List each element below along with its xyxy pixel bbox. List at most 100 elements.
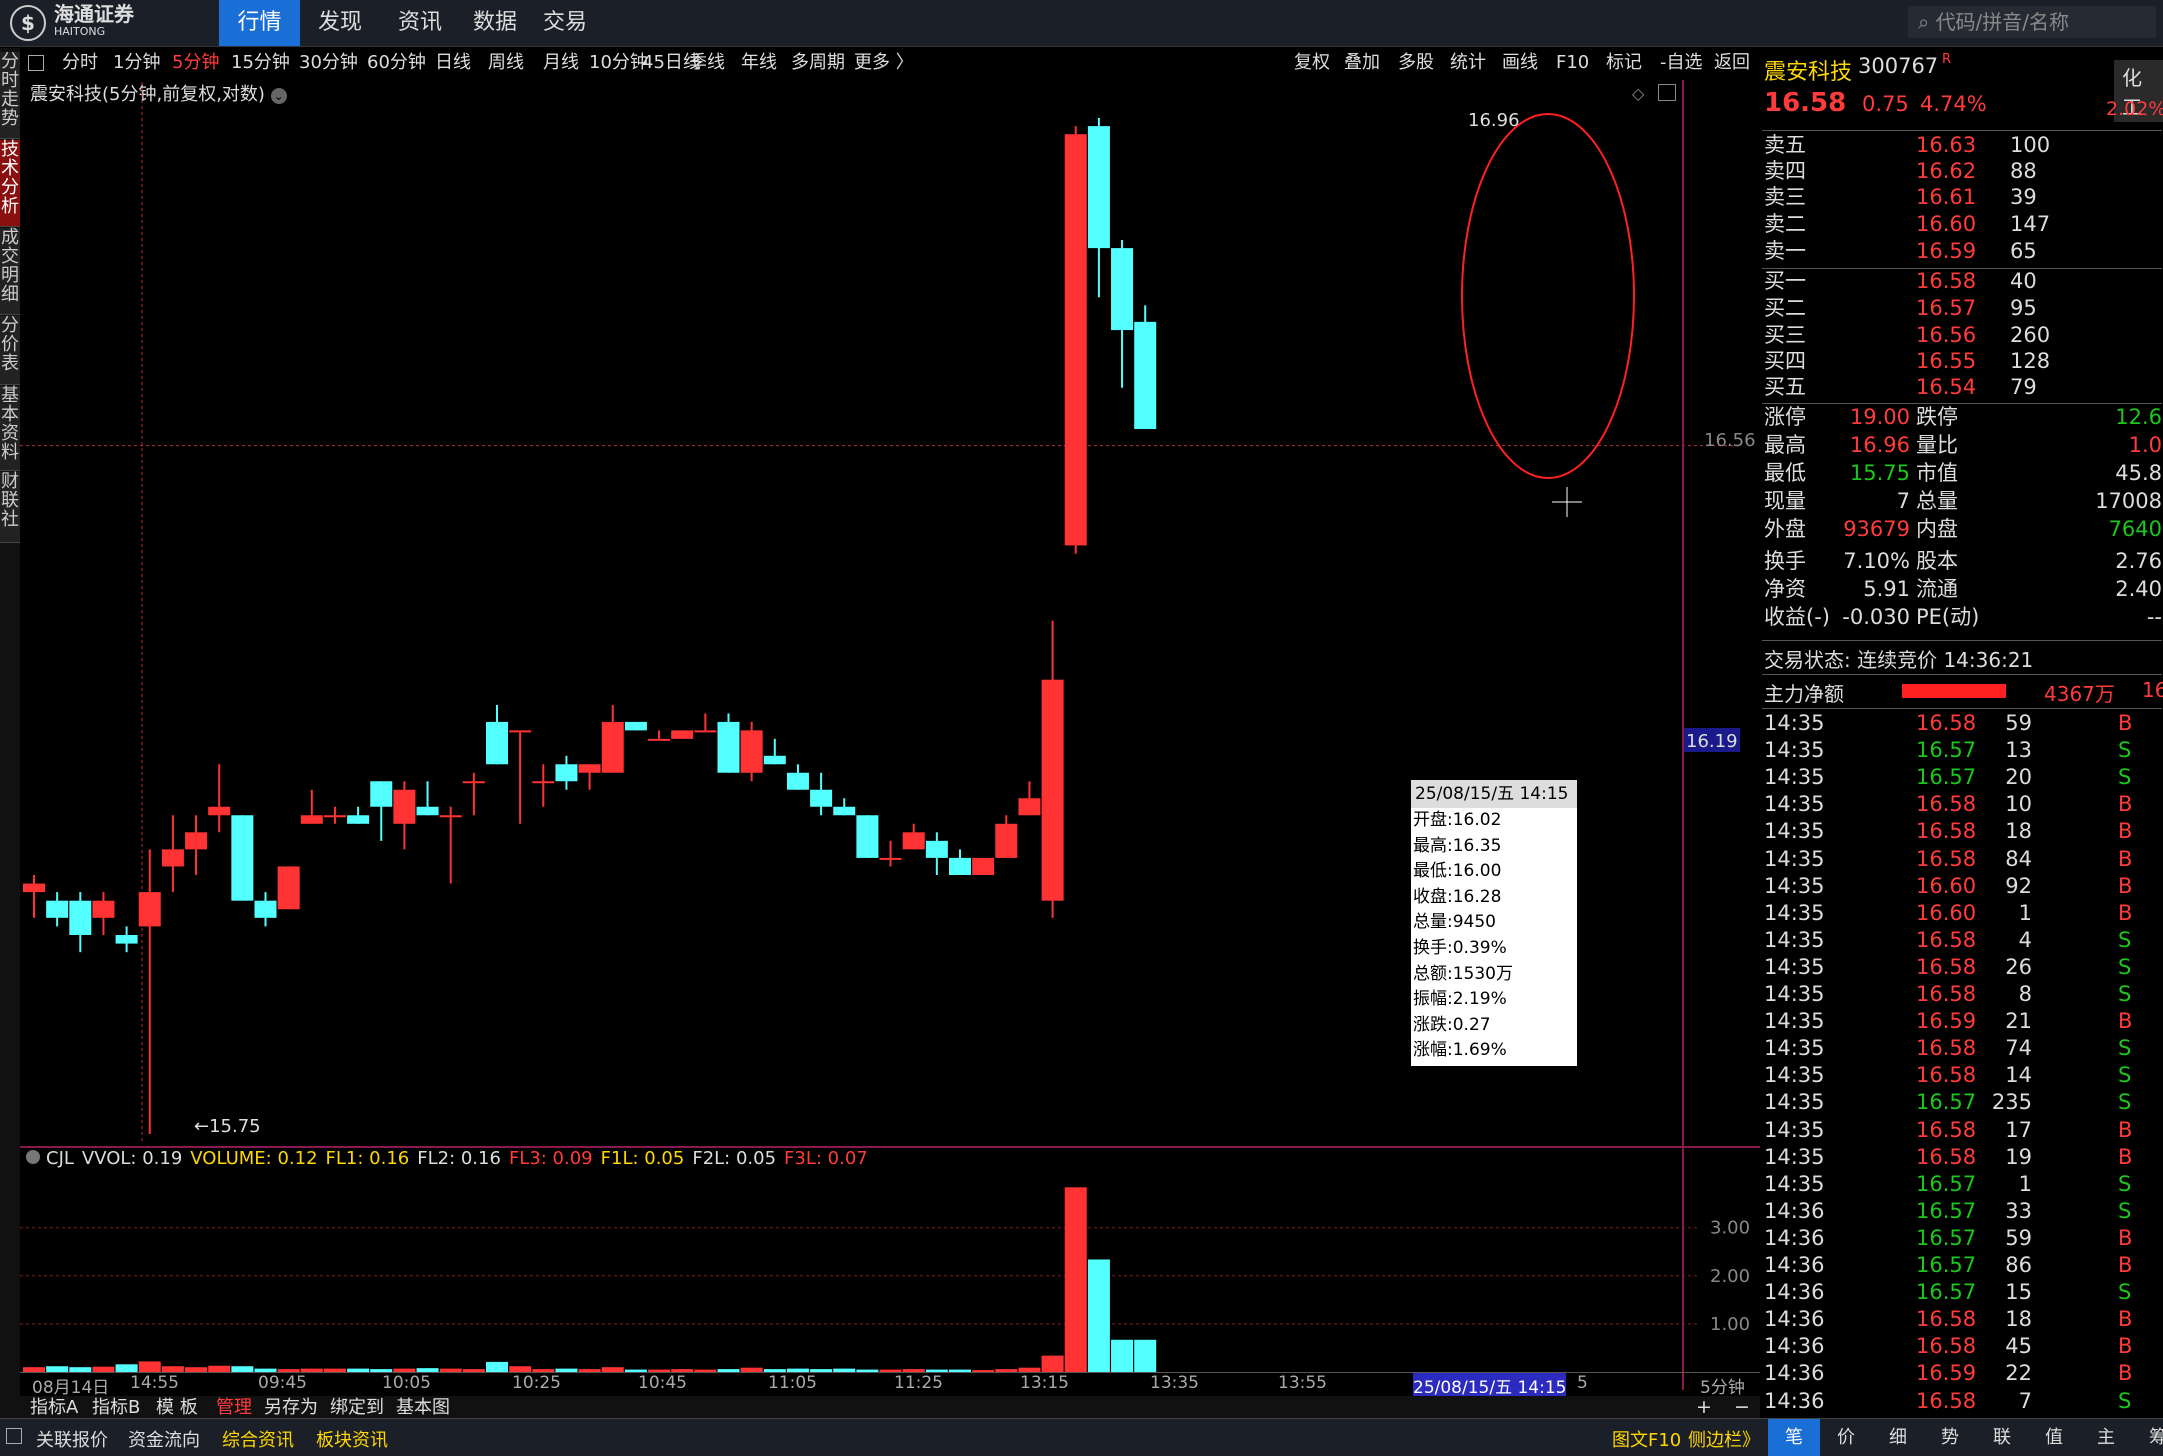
tool-5[interactable]: F10 [1556,48,1589,78]
logo-text: 海通证券 [54,2,134,26]
tool-1[interactable]: 叠加 [1344,48,1380,78]
candle-body [717,721,740,773]
tick-row: 14:36 16.58 7 S [1762,1388,2162,1415]
search-input[interactable]: ⌕ 代码/拼音/名称 [1908,6,2156,38]
tick-row: 14:36 16.57 59 B [1762,1225,2162,1252]
stat-value: 15.75 [1849,461,1910,485]
side-tab-1[interactable]: 技术分析 [0,140,20,227]
stat-row: 现量 7 总量 17008 [1762,488,2162,515]
stat-value: 5.91 [1863,577,1910,601]
candle-body [902,832,925,850]
stat-row: 换手 7.10% 股本 2.76 [1762,548,2162,575]
tool-2[interactable]: 多股 [1398,48,1434,78]
tick-price: 16.58 [1916,846,1977,871]
nav-tab-3[interactable]: 数据 [460,0,530,46]
sidebar-link[interactable]: 侧边栏》 [1688,1426,1760,1452]
bottom-bar: 关联报价 资金流向 综合资讯 板块资讯 图文F10 侧边栏》笔价细势联值主筹 [0,1418,2163,1456]
bottom-link-3[interactable]: 板块资讯 [316,1426,388,1452]
tool-8[interactable]: 返回 [1714,48,1750,78]
tick-time: 14:36 [1764,1388,1825,1413]
stat-row: 收益(-) -0.030 PE(动) -- [1762,604,2162,631]
stock-flag: R [1942,52,1952,67]
period-9[interactable]: 10分钟 [589,48,648,78]
stat-row: 涨停 19.00 跌停 12.6 [1762,404,2162,431]
tooltip-line: 收盘:16.28 [1413,886,1502,907]
period-14[interactable]: 更多 〉 [854,48,914,78]
candle-body [462,781,485,784]
tick-row: 14:35 16.60 92 B [1762,873,2162,900]
tick-price: 16.58 [1916,927,1977,952]
period-0[interactable]: 分时 [62,48,98,78]
period-1[interactable]: 1分钟 [113,48,160,78]
zoom-in-icon[interactable]: + [1696,1396,1712,1418]
tool-3[interactable]: 统计 [1450,48,1486,78]
side-tab-3[interactable]: 分价表 [0,316,20,385]
stat-value: 1.0 [2128,433,2162,457]
rp-tab-1[interactable]: 价 [1820,1419,1872,1456]
rp-tab-0[interactable]: 笔 [1768,1419,1820,1456]
period-3[interactable]: 15分钟 [231,48,290,78]
period-12[interactable]: 年线 [741,48,777,78]
bottom-tab-5[interactable]: 绑定到 [330,1396,384,1420]
rp-tab-2[interactable]: 细 [1872,1419,1924,1456]
tick-side: S [2118,1280,2132,1305]
nav-tab-0[interactable]: 行情 [219,0,300,46]
period-13[interactable]: 多周期 [791,48,845,78]
rp-tab-4[interactable]: 联 [1976,1419,2028,1456]
bottom-link-1[interactable]: 资金流向 [128,1426,200,1452]
tick-price: 16.58 [1916,1334,1977,1359]
nav-tab-1[interactable]: 发现 [300,0,380,46]
candle-body [1018,798,1041,816]
bid-vol: 95 [2010,296,2037,320]
stat-row: 净资 5.91 流通 2.40 [1762,576,2162,603]
tool-0[interactable]: 复权 [1294,48,1330,78]
ask-label: 卖一 [1764,239,1806,263]
side-tab-4[interactable]: 基本资料 [0,386,20,471]
bottom-link-0[interactable]: 关联报价 [36,1426,108,1452]
period-11[interactable]: 季线 [689,48,725,78]
period-4[interactable]: 30分钟 [299,48,358,78]
stat-value: 2.40 [2115,577,2162,601]
f10-link[interactable]: 图文F10 [1612,1426,1681,1452]
period-8[interactable]: 月线 [543,48,579,78]
tool-6[interactable]: 标记 [1606,48,1642,78]
stat-label: 最高 [1764,433,1806,457]
tool-4[interactable]: 画线 [1502,48,1538,78]
bottom-tab-4[interactable]: 另存为 [264,1396,318,1420]
top-bar: $ 海通证券 HAITONG ⌕ 代码/拼音/名称 行情 发现 资讯 数据 交易 [0,0,2163,47]
period-2[interactable]: 5分钟 [172,48,219,78]
period-6[interactable]: 日线 [435,48,471,78]
volume-bar [486,1361,508,1372]
volume-bar [1111,1339,1134,1372]
rp-tab-6[interactable]: 主 [2080,1419,2132,1456]
bottom-tab-0[interactable]: 指标A [30,1396,78,1420]
side-tab-2[interactable]: 成交明细 [0,228,20,315]
bottom-link-2[interactable]: 综合资讯 [222,1426,294,1452]
side-tab-5[interactable]: 财联社 [0,472,20,543]
tool-7[interactable]: -自选 [1660,48,1703,78]
candle-body [925,840,948,858]
bottom-tab-1[interactable]: 指标B [92,1396,140,1420]
bottom-tab-3[interactable]: 管理 [216,1396,252,1420]
nav-tab-4[interactable]: 交易 [530,0,600,46]
toolbar-grid-icon[interactable] [28,55,44,71]
collapse-icon[interactable] [26,1150,40,1164]
zoom-out-icon[interactable]: − [1734,1396,1750,1418]
time-label: 09:45 [258,1373,307,1393]
bottom-tab-2[interactable]: 模 板 [156,1396,198,1420]
candle-body [231,815,254,901]
rp-tab-7[interactable]: 筹 [2132,1419,2163,1456]
period-7[interactable]: 周线 [488,48,524,78]
tick-price: 16.58 [1916,819,1977,844]
menu-icon[interactable] [6,1428,22,1444]
rp-tab-3[interactable]: 势 [1924,1419,1976,1456]
kline-chart[interactable]: 16.96 ←15.75 16.56 16.19 3.00 2.00 1.00 [20,82,1760,1412]
bid-row: 买四 16.55 128 [1762,348,2162,375]
nav-tab-2[interactable]: 资讯 [380,0,460,46]
ask-vol: 147 [2010,212,2051,236]
flow-extra: 16 [2142,678,2163,702]
rp-tab-5[interactable]: 值 [2028,1419,2080,1456]
bottom-tab-6[interactable]: 基本图 [396,1396,450,1420]
tick-side: B [2118,1307,2133,1332]
period-5[interactable]: 60分钟 [367,48,426,78]
